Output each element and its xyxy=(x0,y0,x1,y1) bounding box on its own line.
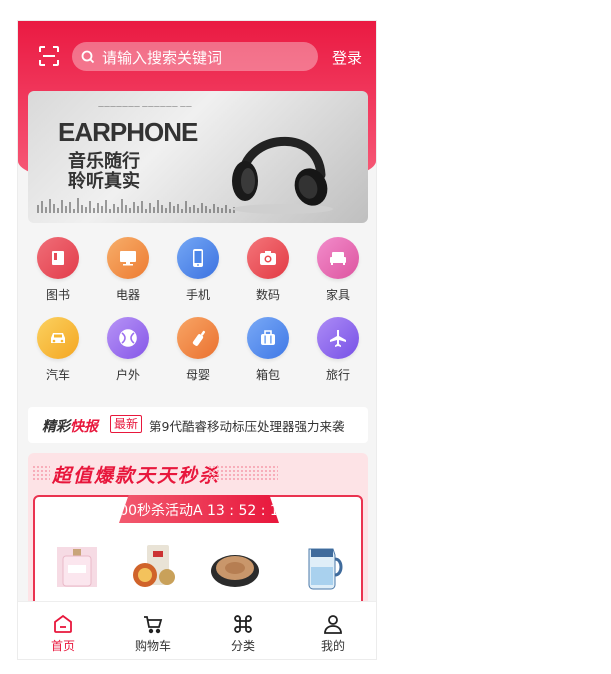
category-item-digital[interactable]: 数码 xyxy=(233,237,303,303)
banner-title: EARPHONE xyxy=(58,117,198,147)
headphones-image xyxy=(232,136,333,214)
flash-sale-section: 超值爆款天天秒杀 00秒杀活动A 13 : 52 : 1 xyxy=(28,453,368,623)
category-label: 电器 xyxy=(115,288,140,302)
product-water-pitcher[interactable] xyxy=(297,541,349,593)
category-item-travel[interactable]: 旅行 xyxy=(303,317,373,383)
countdown-text: 00秒杀活动A 13 : 52 : 1 xyxy=(119,503,279,519)
category-label: 汽车 xyxy=(45,368,70,382)
home-icon xyxy=(54,614,72,633)
tab-label: 我的 xyxy=(320,639,345,653)
tab-label: 分类 xyxy=(230,639,255,653)
book-icon xyxy=(37,237,79,279)
bag-icon xyxy=(247,317,289,359)
category-label: 数码 xyxy=(255,288,280,302)
news-badge: 最新 xyxy=(110,415,143,433)
camera-icon xyxy=(247,237,289,279)
tab-cart[interactable]: 购物车 xyxy=(108,602,198,654)
product-food-gift[interactable] xyxy=(129,541,181,593)
category-label: 旅行 xyxy=(325,368,350,382)
category-item-baby[interactable]: 母婴 xyxy=(163,317,233,383)
news-headline[interactable]: 第9代酷睿移动标压处理器强力来袭 xyxy=(149,416,344,435)
news-ticker[interactable]: 精彩快报 最新 第9代酷睿移动标压处理器强力来袭 xyxy=(28,407,368,443)
login-button[interactable]: 登录 xyxy=(332,47,362,68)
product-perfume[interactable] xyxy=(51,541,103,593)
bottom-tab-bar: 首页 购物车 分类 我的 xyxy=(18,601,376,659)
category-label: 户外 xyxy=(115,368,140,382)
category-item-furniture[interactable]: 家具 xyxy=(303,237,373,303)
news-brand-a: 精彩 xyxy=(42,419,70,435)
sofa-icon xyxy=(317,237,359,279)
category-label: 家具 xyxy=(325,288,350,302)
category-label: 母婴 xyxy=(185,368,210,382)
banner-caption: ——————— —————— —— xyxy=(98,103,192,110)
product-baking-pan[interactable] xyxy=(209,541,261,593)
category-item-books[interactable]: 图书 xyxy=(23,237,93,303)
flash-sale-title: 超值爆款天天秒杀 xyxy=(52,465,221,487)
cart-icon xyxy=(144,616,163,634)
car-icon xyxy=(37,317,79,359)
tab-label: 首页 xyxy=(50,639,75,653)
carousel-indicators xyxy=(170,211,212,223)
ball-icon xyxy=(107,317,149,359)
phone-icon xyxy=(177,237,219,279)
news-brand: 精彩快报 xyxy=(42,416,98,436)
phone-frame: 请输入搜索关键词 登录 ——————— —————— —— EARPHONE 音… xyxy=(17,20,377,660)
category-item-cars[interactable]: 汽车 xyxy=(23,317,93,383)
search-icon xyxy=(81,50,95,64)
decor-dots-left xyxy=(32,465,50,481)
banner-carousel[interactable]: ——————— —————— —— EARPHONE 音乐随行 聆听真实 xyxy=(28,91,368,223)
category-item-outdoor[interactable]: 户外 xyxy=(93,317,163,383)
category-label: 手机 xyxy=(185,288,210,302)
banner-line2: 聆听真实 xyxy=(68,171,140,192)
tab-home[interactable]: 首页 xyxy=(18,602,108,654)
monitor-icon xyxy=(107,237,149,279)
category-icon xyxy=(234,615,252,633)
tab-profile[interactable]: 我的 xyxy=(288,602,376,654)
bottle-icon xyxy=(177,317,219,359)
tab-category[interactable]: 分类 xyxy=(198,602,288,654)
top-header: 请输入搜索关键词 登录 xyxy=(18,41,376,73)
plane-icon xyxy=(317,317,359,359)
category-item-bags[interactable]: 箱包 xyxy=(233,317,303,383)
news-brand-b: 快报 xyxy=(70,419,98,435)
decor-dots-right xyxy=(208,465,278,481)
countdown-ribbon: 00秒杀活动A 13 : 52 : 1 xyxy=(119,495,279,523)
category-label: 箱包 xyxy=(255,368,280,382)
tab-label: 购物车 xyxy=(134,639,171,653)
scan-icon[interactable] xyxy=(38,45,60,67)
search-input[interactable]: 请输入搜索关键词 xyxy=(72,42,318,71)
category-label: 图书 xyxy=(45,288,70,302)
category-item-appliances[interactable]: 电器 xyxy=(93,237,163,303)
search-placeholder: 请输入搜索关键词 xyxy=(102,49,223,67)
category-item-phones[interactable]: 手机 xyxy=(163,237,233,303)
user-icon xyxy=(324,615,342,634)
